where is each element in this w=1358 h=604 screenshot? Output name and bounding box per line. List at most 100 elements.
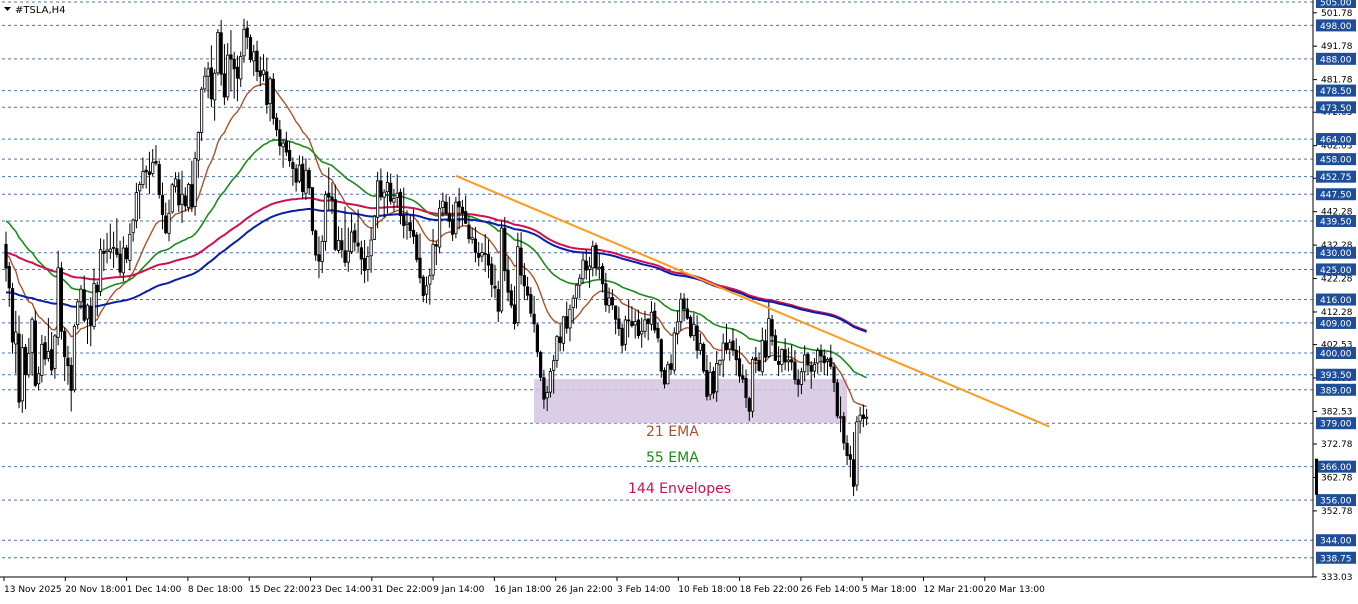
- level-price-tag: 425.00: [1316, 263, 1356, 276]
- candle-body: [574, 284, 579, 299]
- candle-body: [555, 336, 559, 361]
- candle-body: [418, 257, 422, 279]
- candle-body: [242, 29, 246, 57]
- candle-body: [490, 263, 494, 285]
- candle-body: [643, 319, 647, 332]
- level-price-tag: 488.00: [1316, 52, 1356, 65]
- candle: [33, 310, 37, 388]
- candle-body: [340, 240, 344, 251]
- x-tick-label: 23 Dec 14:00: [311, 585, 372, 595]
- candle-body: [548, 371, 553, 393]
- candle-body: [708, 372, 712, 396]
- y-tick-label: 333.03: [1321, 573, 1353, 583]
- candle: [539, 350, 543, 382]
- candle-body: [27, 352, 31, 376]
- candle-body: [705, 370, 709, 397]
- x-tick-label: 26 Feb 14:00: [801, 585, 860, 595]
- candle-body: [803, 354, 807, 373]
- candle-body: [157, 164, 161, 195]
- level-price-tag: 366.00: [1316, 460, 1356, 473]
- candle-body: [630, 321, 634, 327]
- y-tick-label: 422.28: [1321, 275, 1353, 285]
- candle-body: [346, 250, 350, 263]
- candle-body: [848, 454, 852, 460]
- candle-body: [825, 358, 830, 362]
- level-price-tag: 400.00: [1316, 347, 1356, 360]
- x-tick-label: 16 Jan 18:00: [494, 585, 551, 595]
- candle-body: [170, 184, 174, 213]
- level-price-tag: 416.00: [1316, 293, 1356, 306]
- y-tick-label: 362.78: [1321, 473, 1353, 483]
- candle-body: [793, 361, 797, 380]
- level-price-tag: 393.50: [1316, 368, 1356, 381]
- candle-body: [587, 265, 592, 270]
- candle-body: [229, 54, 233, 60]
- candle-body: [460, 206, 465, 214]
- level-tag-text: 379.00: [1320, 420, 1352, 430]
- candle-body: [245, 27, 249, 38]
- candle-body: [806, 353, 810, 366]
- candle-body: [294, 168, 298, 183]
- candle-body: [366, 256, 370, 270]
- candle-body: [760, 339, 764, 373]
- candle-body: [265, 71, 269, 106]
- candle-body: [578, 277, 582, 286]
- price-chart[interactable]: 21 EMA 55 EMA 144 Envelopes 501.78 491.78 48…: [0, 0, 1358, 600]
- candle-body: [786, 359, 791, 363]
- y-tick-label: 501.78: [1321, 9, 1353, 19]
- candle-body: [288, 150, 292, 162]
- candle-body: [777, 360, 781, 365]
- candle-body: [734, 349, 738, 361]
- candle: [835, 378, 839, 419]
- current-price-marker: [1315, 458, 1318, 495]
- candle-body: [59, 267, 64, 332]
- candle-body: [698, 343, 702, 351]
- candle-body: [600, 266, 605, 285]
- candle-body: [702, 343, 706, 372]
- candle-body: [441, 200, 445, 208]
- candle-body: [411, 229, 416, 237]
- candle-body: [852, 459, 856, 487]
- candle-body: [754, 357, 758, 361]
- level-price-tag: 439.50: [1316, 214, 1356, 227]
- candle-body: [89, 306, 93, 326]
- candle-body: [268, 78, 272, 105]
- candle: [271, 73, 275, 125]
- candle-body: [477, 252, 481, 258]
- y-tick-label: 491.78: [1321, 42, 1353, 52]
- candle-body: [320, 240, 324, 262]
- candle-body: [679, 298, 683, 322]
- support-zone-rect: [534, 379, 848, 424]
- candle-body: [98, 249, 103, 292]
- level-tag-text: 400.00: [1320, 350, 1352, 360]
- x-tick-label: 8 Dec 18:00: [188, 585, 243, 595]
- candle-body: [17, 333, 21, 403]
- candle-body: [385, 182, 390, 192]
- candle-body: [604, 283, 608, 306]
- candle-body: [842, 416, 846, 444]
- candle-body: [395, 192, 399, 198]
- indicator-label: 21 EMA: [646, 424, 699, 440]
- candle-body: [173, 178, 178, 187]
- candle-body: [301, 163, 305, 192]
- y-tick-label: 481.78: [1321, 76, 1353, 86]
- candle-body: [180, 193, 184, 205]
- level-tag-text: 409.00: [1320, 319, 1352, 329]
- candle-body: [467, 224, 471, 240]
- level-tag-text: 458.00: [1320, 156, 1352, 166]
- candle-body: [653, 310, 657, 331]
- candle-body: [421, 276, 425, 296]
- candle: [72, 324, 77, 393]
- indicator-label: 144 Envelopes: [628, 481, 731, 497]
- level-price-tag: 473.50: [1316, 101, 1356, 114]
- x-tick-label: 5 Mar 18:00: [862, 585, 917, 595]
- candle-body: [115, 248, 119, 255]
- candle-body: [408, 222, 412, 232]
- candle-body: [372, 215, 376, 240]
- level-price-tag: 430.00: [1316, 246, 1356, 259]
- y-tick-label: 372.78: [1321, 440, 1353, 450]
- candle-body: [607, 297, 611, 306]
- candle-body: [164, 215, 168, 234]
- candle-body: [512, 304, 517, 324]
- candle-body: [82, 289, 86, 321]
